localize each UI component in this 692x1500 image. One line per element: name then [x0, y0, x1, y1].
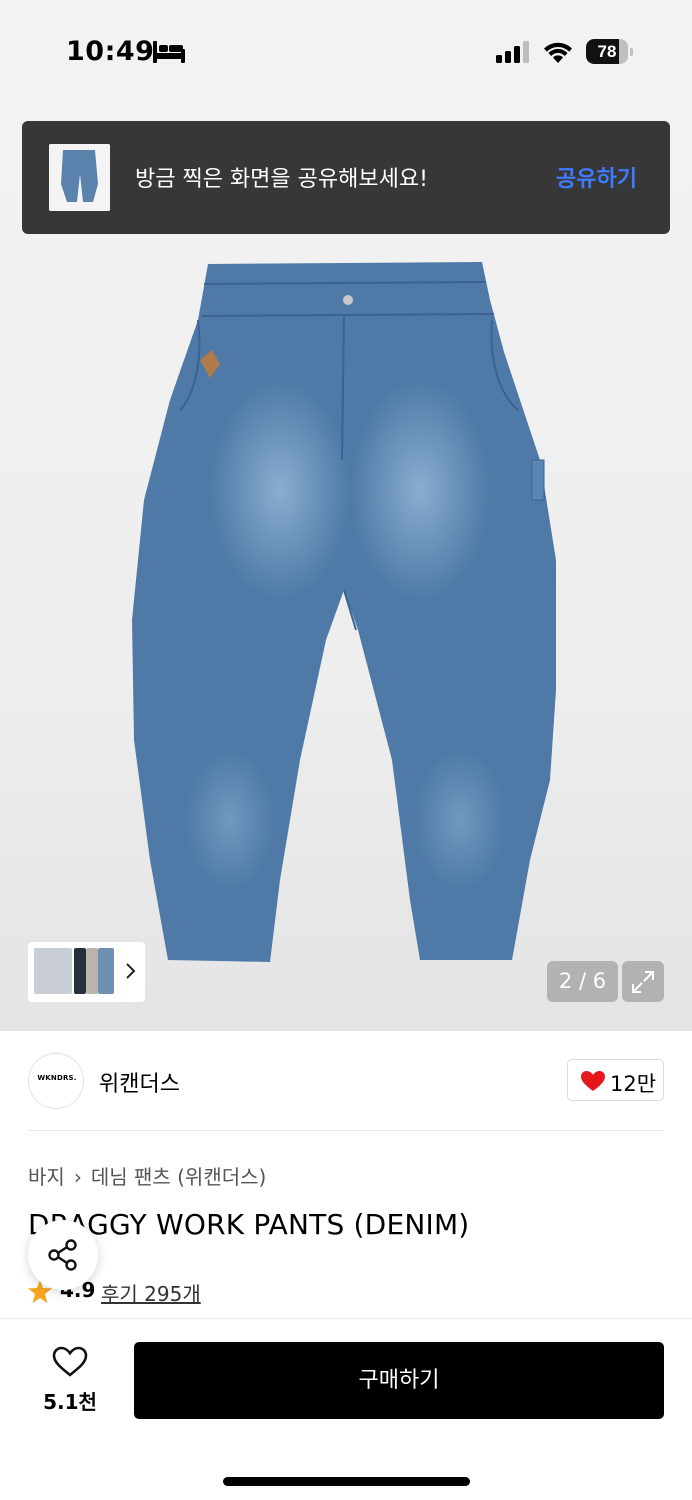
chevron-right-icon: ›	[73, 1165, 82, 1189]
wifi-icon	[544, 42, 572, 63]
battery-percent: 78	[597, 42, 617, 61]
toast-message: 방금 찍은 화면을 공유해보세요!	[135, 167, 428, 192]
product-title: DRAGGY WORK PANTS (DENIM)	[28, 1208, 470, 1241]
thumbnail-1[interactable]	[34, 948, 72, 994]
share-button[interactable]: 공유하기	[556, 161, 637, 193]
home-indicator	[223, 1477, 470, 1486]
screenshot-thumbnail[interactable]	[49, 144, 110, 211]
wishlist-button[interactable]: 5.1천	[34, 1344, 106, 1416]
battery-indicator: 78	[586, 39, 633, 64]
product-image-gallery[interactable]	[0, 104, 692, 1031]
thumbnail-4[interactable]	[98, 948, 114, 994]
image-thumbnails[interactable]	[28, 942, 145, 1002]
brand-logo-text: WKNDRS.	[37, 1074, 77, 1082]
wishlist-count: 5.1천	[43, 1390, 97, 1414]
heart-filled-icon	[581, 1071, 605, 1091]
share-icon	[48, 1239, 77, 1271]
heart-outline-icon	[52, 1346, 88, 1377]
chevron-right-icon[interactable]	[124, 962, 136, 980]
status-bar: 10:49 78	[0, 0, 692, 104]
brand-logo[interactable]: WKNDRS.	[28, 1053, 84, 1109]
brand-name[interactable]: 위캔더스	[99, 1066, 180, 1098]
reviews-link[interactable]: 후기 295개	[101, 1278, 201, 1307]
share-fab-button[interactable]	[28, 1220, 98, 1290]
divider	[28, 1130, 664, 1131]
buy-button[interactable]: 구매하기	[134, 1342, 664, 1419]
product-image	[132, 262, 556, 962]
thumbnail-3[interactable]	[86, 948, 98, 994]
thumbnail-2[interactable]	[74, 948, 86, 994]
fullscreen-button[interactable]	[622, 961, 664, 1002]
expand-icon	[632, 971, 654, 993]
share-screenshot-toast: 방금 찍은 화면을 공유해보세요! 공유하기	[22, 121, 670, 234]
sleep-mode-icon	[153, 41, 185, 63]
breadcrumb-subcategory[interactable]: 데님 팬츠 (위캔더스)	[91, 1165, 267, 1189]
status-time: 10:49	[66, 36, 155, 67]
brand-like-count: 12만	[610, 1072, 657, 1096]
breadcrumb: 바지 › 데님 팬츠 (위캔더스)	[28, 1161, 266, 1190]
brand-like-button[interactable]: 12만	[567, 1059, 664, 1101]
image-pager: 2 / 6	[547, 961, 618, 1002]
breadcrumb-category[interactable]: 바지	[28, 1165, 65, 1189]
cellular-signal-icon	[496, 41, 529, 63]
